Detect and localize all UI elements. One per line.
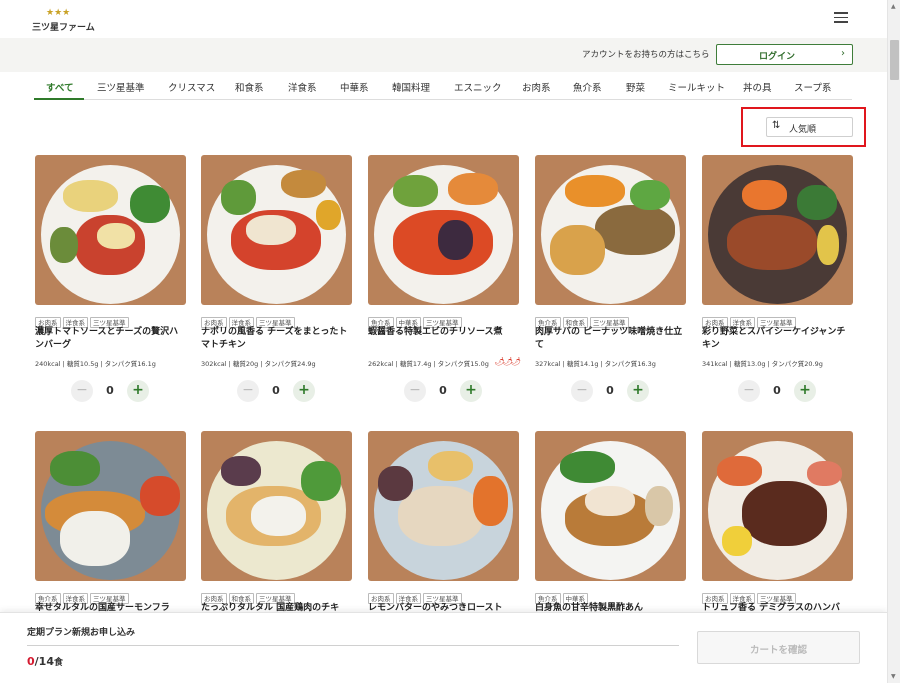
- product-title[interactable]: 濃厚トマトソースとチーズの贅沢ハンバーグ: [35, 326, 186, 352]
- decrease-button[interactable]: −: [571, 380, 593, 402]
- plan-label: 定期プラン新規お申し込み: [27, 628, 136, 638]
- tab-meat[interactable]: お肉系: [522, 80, 551, 94]
- product-photo[interactable]: [35, 431, 186, 581]
- product-photo[interactable]: [702, 155, 853, 305]
- increase-button[interactable]: +: [460, 380, 482, 402]
- tab-vegetables[interactable]: 野菜: [626, 80, 645, 94]
- sort-label: 人気順: [789, 125, 817, 135]
- product-photo[interactable]: [535, 155, 686, 305]
- product-tags: お肉系 和食系 三ツ星基準: [201, 586, 352, 604]
- product-tags: お肉系 洋食系 三ツ星基準: [702, 586, 853, 604]
- decrease-button[interactable]: −: [71, 380, 93, 402]
- tab-seafood[interactable]: 魚介系: [573, 80, 602, 94]
- product-photo[interactable]: [702, 431, 853, 581]
- tab-mitsuboshi-standard[interactable]: 三ツ星基準: [97, 80, 145, 94]
- tab-ethnic[interactable]: エスニック: [454, 80, 502, 94]
- tab-christmas[interactable]: クリスマス: [168, 80, 215, 94]
- decrease-button[interactable]: −: [738, 380, 760, 402]
- product-tags: お肉系 洋食系 三ツ星基準: [702, 310, 853, 328]
- scroll-down-arrow-icon[interactable]: ▼: [891, 673, 896, 680]
- decrease-button[interactable]: −: [237, 380, 259, 402]
- meal-count: 0/14食: [27, 655, 63, 668]
- view-cart-label: カートを確認: [749, 645, 807, 656]
- brand-logo[interactable]: ★★★ 三ツ星ファーム: [32, 8, 95, 33]
- quantity-stepper: − 0 +: [571, 380, 651, 402]
- product-tags: お肉系 洋食系 三ツ星基準: [35, 310, 186, 328]
- product-tags: 魚介系 中華系 三ツ星基準: [368, 310, 519, 328]
- product-nutrition: 240kcal | 糖質10.5g | タンパク質16.1g: [35, 360, 156, 368]
- quantity-value: 0: [106, 384, 114, 397]
- plan-summary-bar: 定期プラン新規お申し込み 0/14食 カートを確認: [0, 612, 887, 683]
- product-tags: 魚介系 中華系: [535, 586, 686, 604]
- quantity-stepper: − 0 +: [71, 380, 151, 402]
- decrease-button[interactable]: −: [404, 380, 426, 402]
- product-photo[interactable]: [368, 431, 519, 581]
- meal-count-current: 0: [27, 655, 35, 668]
- page-scrollbar[interactable]: ▲ ▼: [887, 0, 900, 683]
- product-nutrition: 302kcal | 糖質20g | タンパク質24.9g: [201, 360, 316, 368]
- tab-japanese[interactable]: 和食系: [235, 80, 264, 94]
- quantity-value: 0: [606, 384, 614, 397]
- product-photo[interactable]: [535, 431, 686, 581]
- scroll-up-arrow-icon[interactable]: ▲: [891, 3, 896, 10]
- brand-name: 三ツ星ファーム: [32, 23, 95, 33]
- product-tags: お肉系 洋食系 三ツ星基準: [201, 310, 352, 328]
- meal-count-total: /14: [34, 655, 54, 668]
- product-nutrition: 341kcal | 糖質13.0g | タンパク質20.9g: [702, 360, 823, 368]
- spicy-level-icon: 🌶🌶🌶: [494, 357, 522, 366]
- account-bar: アカウントをお持ちの方はこちら ログイン ›: [0, 38, 887, 72]
- meal-count-unit: 食: [53, 658, 63, 668]
- product-title[interactable]: 彩り野菜とスパイシーケイジャンチキン: [702, 326, 853, 352]
- top-header: ★★★ 三ツ星ファーム: [0, 0, 887, 38]
- product-nutrition: 327kcal | 糖質14.1g | タンパク質16.3g: [535, 360, 656, 368]
- quantity-stepper: − 0 +: [404, 380, 484, 402]
- chevron-right-icon: ›: [841, 48, 845, 59]
- increase-button[interactable]: +: [794, 380, 816, 402]
- product-photo[interactable]: [35, 155, 186, 305]
- product-title[interactable]: 蝦醤香る特製エビのチリソース煮: [368, 326, 519, 339]
- tab-western[interactable]: 洋食系: [288, 80, 317, 94]
- sort-arrows-icon: ⇅: [772, 120, 781, 131]
- category-tabs: すべて 三ツ星基準 クリスマス 和食系 洋食系 中華系 韓国料理 エスニック お…: [34, 72, 852, 100]
- tab-chinese[interactable]: 中華系: [340, 80, 369, 94]
- product-tags: お肉系 洋食系 三ツ星基準: [368, 586, 519, 604]
- increase-button[interactable]: +: [127, 380, 149, 402]
- quantity-value: 0: [439, 384, 447, 397]
- quantity-stepper: − 0 +: [738, 380, 818, 402]
- product-photo[interactable]: [201, 155, 352, 305]
- product-tags: 魚介系 和食系 三ツ星基準: [535, 310, 686, 328]
- increase-button[interactable]: +: [293, 380, 315, 402]
- product-tags: 魚介系 洋食系 三ツ星基準: [35, 586, 186, 604]
- scrollbar-thumb[interactable]: [890, 40, 899, 80]
- tab-all[interactable]: すべて: [46, 80, 73, 94]
- quantity-value: 0: [272, 384, 280, 397]
- page: ★★★ 三ツ星ファーム アカウントをお持ちの方はこちら ログイン › すべて 三…: [0, 0, 900, 683]
- plan-progress-track: [27, 645, 679, 646]
- quantity-value: 0: [773, 384, 781, 397]
- login-label: ログイン: [758, 52, 795, 62]
- brand-stars: ★★★: [46, 8, 71, 18]
- tab-korean[interactable]: 韓国料理: [392, 80, 430, 94]
- active-tab-indicator: [34, 98, 84, 100]
- tab-donburi[interactable]: 丼の具: [743, 80, 772, 94]
- login-button[interactable]: ログイン ›: [716, 44, 853, 65]
- view-cart-button[interactable]: カートを確認: [697, 631, 860, 664]
- product-photo[interactable]: [201, 431, 352, 581]
- account-prompt: アカウントをお持ちの方はこちら: [582, 50, 710, 60]
- product-title[interactable]: ナポリの風香る チーズをまとったトマトチキン: [201, 326, 352, 352]
- product-title[interactable]: 肉厚サバの ピーナッツ味噌焼き仕立て: [535, 326, 686, 352]
- tab-soup[interactable]: スープ系: [794, 80, 831, 94]
- increase-button[interactable]: +: [627, 380, 649, 402]
- quantity-stepper: − 0 +: [237, 380, 317, 402]
- tab-meal-kit[interactable]: ミールキット: [668, 80, 725, 94]
- product-photo[interactable]: [368, 155, 519, 305]
- hamburger-menu-icon[interactable]: [834, 12, 848, 24]
- sort-button[interactable]: ⇅ 人気順: [766, 117, 853, 137]
